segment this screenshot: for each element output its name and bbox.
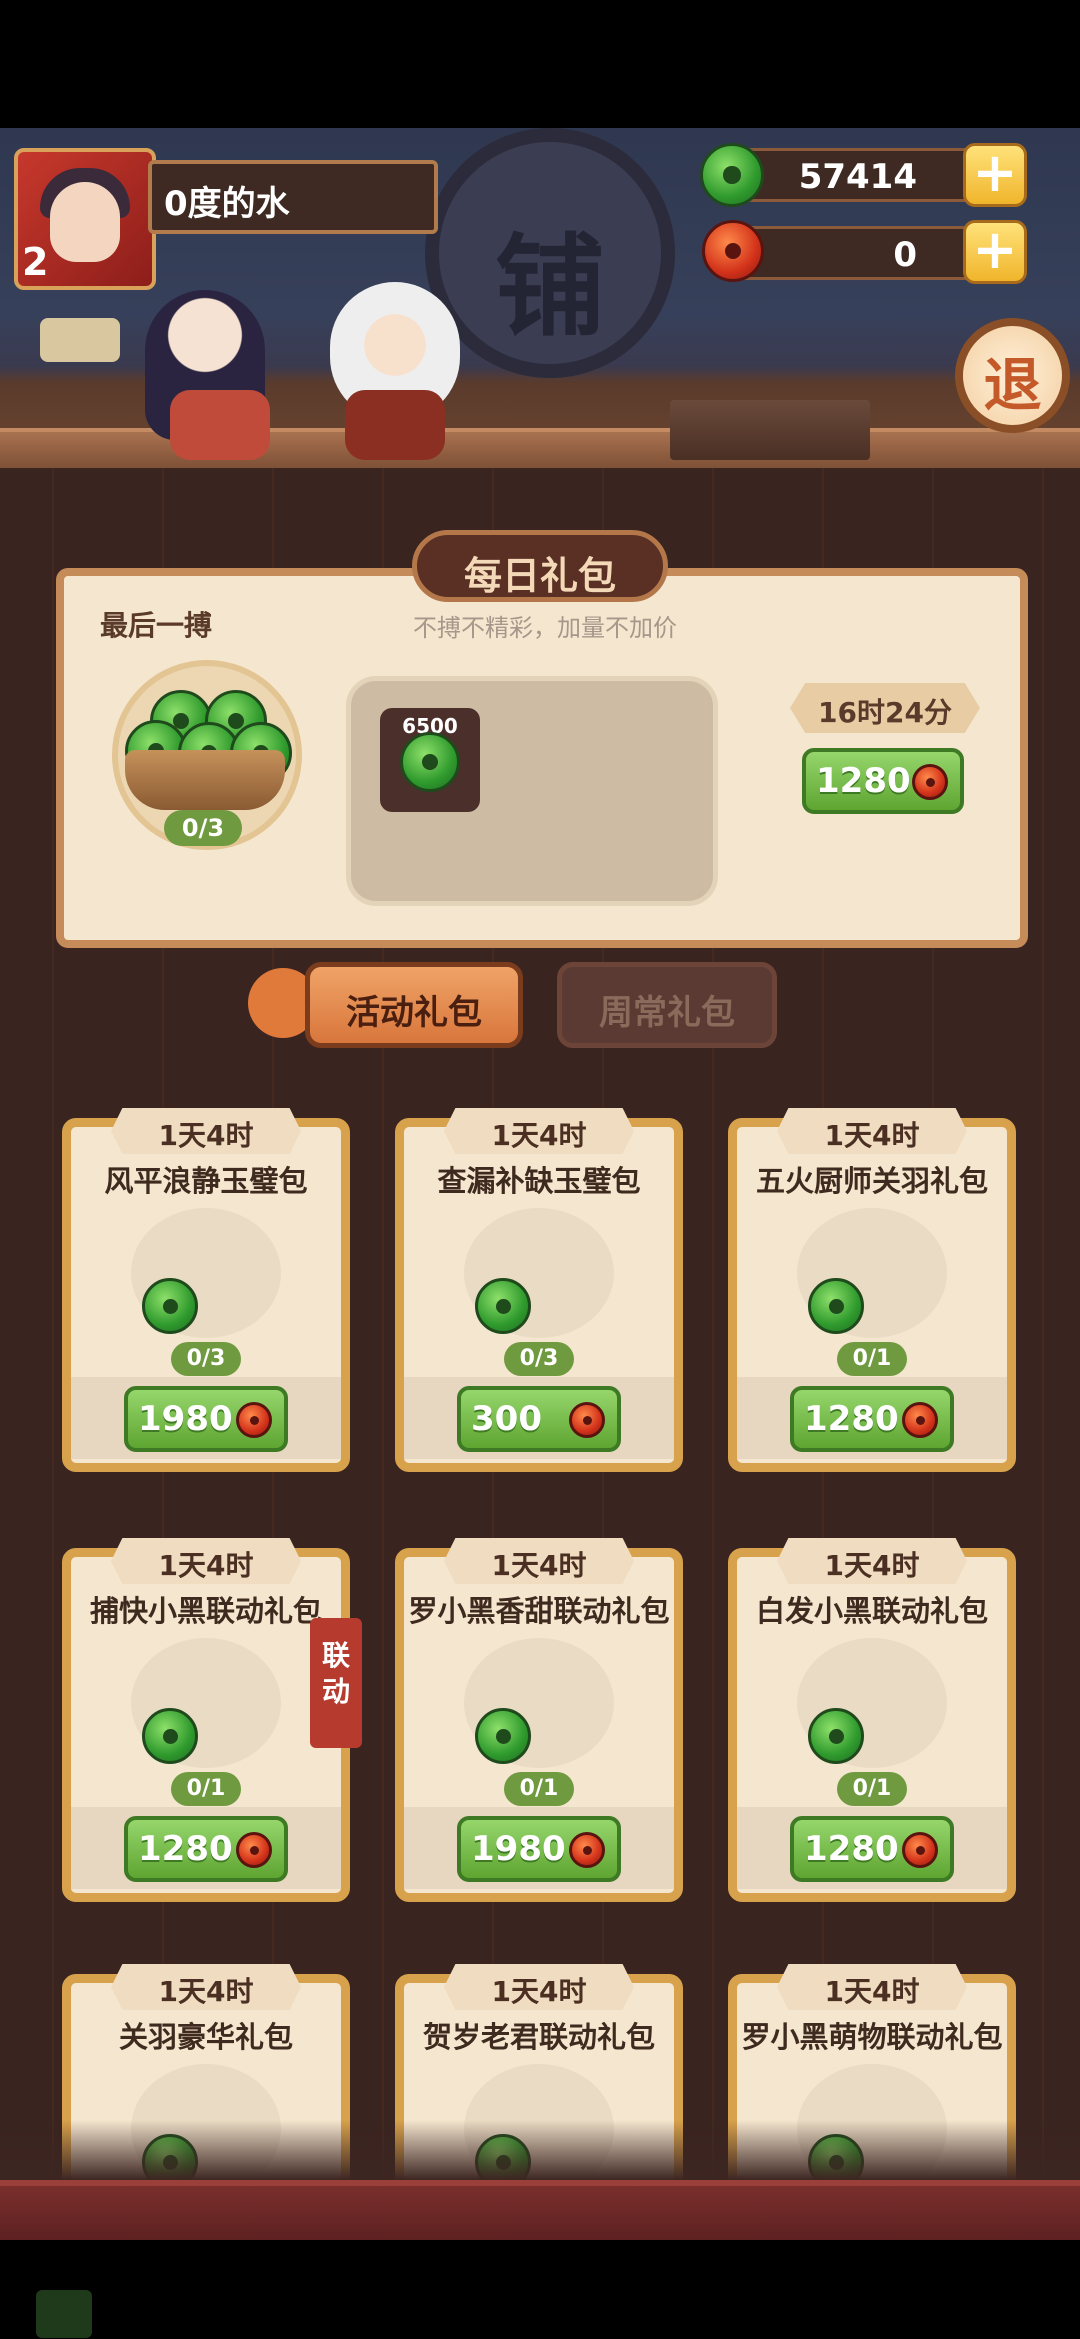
daily-timer-tag: 16时24分	[790, 683, 980, 733]
shopkeeper-body	[170, 390, 270, 460]
daily-buy-button[interactable]: 1280	[802, 748, 964, 814]
exit-label: 退	[983, 351, 1042, 419]
basket-icon	[125, 750, 285, 810]
daily-pack-slogan: 不搏不精彩，加量不加价	[413, 614, 677, 642]
gift-pack-price: 1980	[138, 1399, 233, 1439]
gift-pack-timer: 1天4时	[158, 1119, 254, 1152]
add-ruby-button[interactable]: +	[963, 220, 1027, 284]
daily-timer: 16时24分	[818, 696, 952, 729]
gift-pack-name: 罗小黑香甜联动礼包	[408, 1594, 670, 1628]
books-decoration	[670, 400, 870, 460]
ruby-currency-bar: 0	[730, 226, 980, 280]
gift-pack-timer-tag: 1天4时	[444, 1538, 634, 1584]
gift-pack-timer: 1天4时	[824, 1975, 920, 2008]
navigation-bar	[0, 2240, 1080, 2339]
shop-sign: 铺	[425, 128, 675, 378]
jade-coin-icon	[475, 1278, 531, 1334]
gift-pack-timer-tag: 1天4时	[777, 1538, 967, 1584]
gift-pack-name: 风平浪静玉璧包	[104, 1164, 308, 1198]
red-bead-icon	[236, 1832, 272, 1868]
daily-price: 1280	[816, 761, 911, 801]
gift-pack-name: 白发小黑联动礼包	[755, 1594, 988, 1628]
gift-pack-timer: 1天4时	[824, 1119, 920, 1152]
gift-pack-name: 关羽豪华礼包	[118, 2020, 293, 2054]
candle-decoration	[40, 318, 120, 362]
gift-pack-timer: 1天4时	[491, 1975, 587, 2008]
ruby-amount: 0	[893, 235, 917, 275]
bottom-frame	[0, 2180, 1080, 2246]
gift-pack-price: 1280	[804, 1829, 899, 1869]
gift-pack-timer-tag: 1天4时	[111, 1108, 301, 1154]
red-bead-icon	[902, 1402, 938, 1438]
gift-pack-price: 300	[471, 1399, 542, 1439]
jade-coin-icon	[142, 1278, 198, 1334]
daily-pack-title: 每日礼包	[463, 554, 616, 598]
gift-pack-name: 罗小黑萌物联动礼包	[741, 2020, 1003, 2054]
jade-coin-icon	[400, 732, 460, 792]
gift-pack-name: 贺岁老君联动礼包	[422, 2020, 655, 2054]
jade-coin-icon	[142, 1708, 198, 1764]
gift-pack-name: 五火厨师关羽礼包	[755, 1164, 988, 1198]
red-bead-icon	[902, 1832, 938, 1868]
list-fade	[0, 2120, 1080, 2180]
status-bar	[0, 0, 1080, 128]
gift-pack-timer-tag: 1天4时	[777, 1108, 967, 1154]
jade-amount: 57414	[798, 157, 917, 197]
gift-pack-count: 0/3	[171, 1342, 241, 1376]
jade-coin-icon	[808, 1708, 864, 1764]
red-bead-icon	[702, 220, 764, 282]
jade-coin-icon	[475, 1708, 531, 1764]
tab-label: 活动礼包	[346, 993, 482, 1033]
jade-currency-bar: 57414	[730, 148, 980, 202]
gift-pack-timer: 1天4时	[491, 1119, 587, 1152]
gift-pack-timer-tag: 1天4时	[777, 1964, 967, 2010]
red-bead-icon	[569, 1832, 605, 1868]
gift-pack-buy-button[interactable]: 1980	[457, 1816, 621, 1882]
gift-pack-timer: 1天4时	[491, 1549, 587, 1582]
gift-pack-name: 查漏补缺玉璧包	[437, 1164, 641, 1198]
gift-pack-timer-tag: 1天4时	[111, 1964, 301, 2010]
gift-pack-count: 0/1	[837, 1772, 907, 1806]
red-bead-icon	[569, 1402, 605, 1438]
gift-pack-timer: 1天4时	[158, 1975, 254, 2008]
gift-pack-price: 1280	[138, 1829, 233, 1869]
player-level: 2	[22, 240, 49, 284]
daily-pack-title-banner: 每日礼包	[412, 530, 668, 602]
jade-coin-icon	[808, 1278, 864, 1334]
player-name: 0度的水	[164, 184, 290, 224]
gift-pack-count: 0/3	[504, 1342, 574, 1376]
gift-pack-count: 0/1	[837, 1342, 907, 1376]
gift-pack-buy-button[interactable]: 1280	[124, 1816, 288, 1882]
add-jade-button[interactable]: +	[963, 143, 1027, 207]
gift-pack-price: 1280	[804, 1399, 899, 1439]
gift-pack-timer: 1天4时	[158, 1549, 254, 1582]
daily-pack-count: 0/3	[164, 810, 242, 846]
gift-pack-count: 0/1	[171, 1772, 241, 1806]
collab-badge: 联动	[310, 1618, 362, 1748]
gift-pack-buy-button[interactable]: 1280	[790, 1386, 954, 1452]
daily-pack-name: 最后一搏	[100, 609, 213, 642]
player-avatar[interactable]: 2	[14, 148, 156, 290]
jade-coin-icon	[700, 143, 764, 207]
tab-event-packs[interactable]: 活动礼包	[305, 962, 523, 1048]
red-bead-icon	[236, 1402, 272, 1438]
gift-pack-timer: 1天4时	[824, 1549, 920, 1582]
helper-body	[345, 390, 445, 460]
gift-pack-timer-tag: 1天4时	[111, 1538, 301, 1584]
red-bead-icon	[912, 764, 948, 800]
shop-sign-text: 铺	[495, 222, 605, 351]
gift-pack-buy-button[interactable]: 1980	[124, 1386, 288, 1452]
exit-button[interactable]: 退	[955, 318, 1070, 433]
nav-button[interactable]	[36, 2290, 92, 2338]
gift-pack-timer-tag: 1天4时	[444, 1964, 634, 2010]
gift-pack-buy-button[interactable]: 300	[457, 1386, 621, 1452]
tab-label: 周常礼包	[599, 993, 735, 1033]
gift-pack-buy-button[interactable]: 1280	[790, 1816, 954, 1882]
player-name-box: 0度的水	[148, 160, 438, 234]
gift-pack-timer-tag: 1天4时	[444, 1108, 634, 1154]
tab-weekly-packs[interactable]: 周常礼包	[557, 962, 777, 1048]
avatar-face	[50, 182, 120, 262]
gift-pack-count: 0/1	[504, 1772, 574, 1806]
gift-pack-price: 1980	[471, 1829, 566, 1869]
